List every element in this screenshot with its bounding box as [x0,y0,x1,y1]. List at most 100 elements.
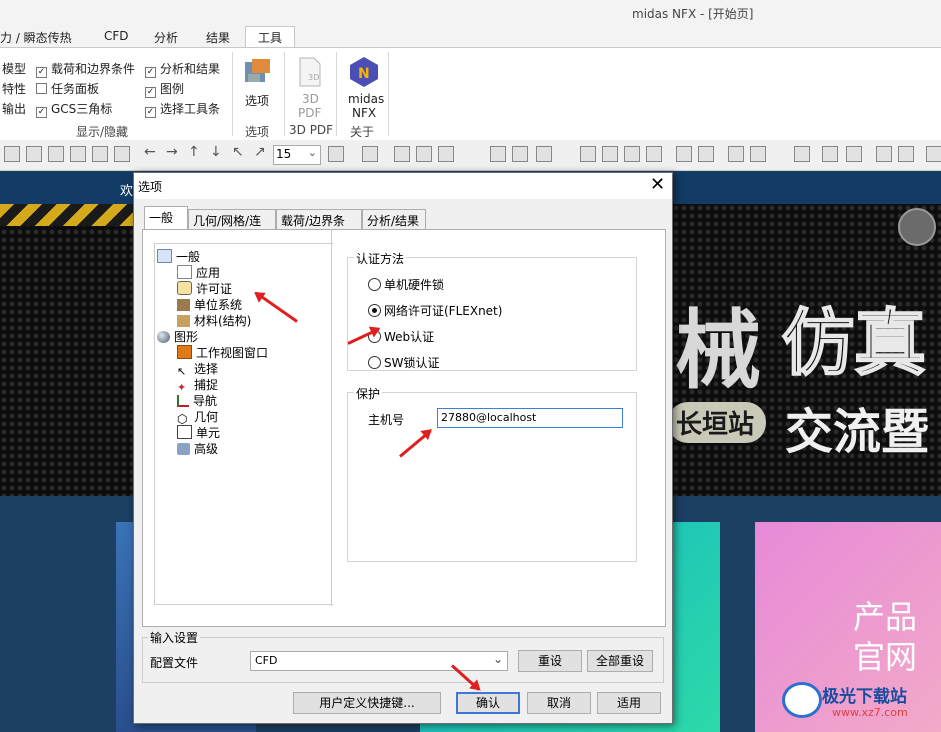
banner-text-station: 长垣站 [668,402,767,443]
general-icon [157,249,172,263]
tree-item-advanced[interactable]: 高级 [177,440,218,457]
check-task-panel[interactable]: 任务面板 [36,80,99,97]
tab-general[interactable]: 一般 [144,206,188,230]
view-iso-icon[interactable] [114,146,130,162]
reset-button[interactable]: 重设 [518,650,582,672]
radio-icon [368,278,381,291]
radio-hardware-lock[interactable]: 单机硬件锁 [368,276,444,293]
view-top-icon[interactable] [92,146,108,162]
3d-pdf-button[interactable]: 3D 3D PDF [292,52,328,120]
arrow-up-icon[interactable]: ↑ [188,144,200,160]
cancel-button[interactable]: 取消 [527,692,591,714]
arrow-left-icon[interactable]: ← [144,144,156,160]
reset-all-button[interactable]: 全部重设 [587,650,653,672]
ribbon-label-model[interactable]: 模型 [2,60,26,77]
hash-icon[interactable] [728,146,744,162]
toggle-icon[interactable] [536,146,552,162]
cube-view-icon[interactable] [328,146,344,162]
host-id-input[interactable]: 27880@localhost [437,408,623,428]
apply-button[interactable]: 适用 [597,692,661,714]
check-legend[interactable]: 图例 [145,80,184,98]
card-product-text-2: 官网 [853,638,918,676]
group-label-show-hide: 显示/隐藏 [76,125,129,139]
graphics-icon [157,331,170,343]
shading-icon[interactable] [394,146,410,162]
unit-icon [177,299,190,311]
tab-cfd[interactable]: CFD [104,29,129,43]
check-gcs-triad[interactable]: GCS三角标 [36,100,112,118]
tree-item-unit-system[interactable]: 单位系统 [177,296,242,313]
options-ribbon-button[interactable]: 选项 [240,52,276,112]
auth-method-label: 认证方法 [354,250,407,267]
display-icon[interactable] [750,146,766,162]
node-label-icon[interactable] [876,146,892,162]
display-mode-icon[interactable] [362,146,378,162]
render-icon[interactable] [438,146,454,162]
input-settings-label: 输入设置 [148,629,201,646]
tab-analysis-results[interactable]: 分析/结果 [362,209,426,229]
tree-item-navigation[interactable]: 导航 [177,392,217,409]
ok-button[interactable]: 确认 [456,692,520,714]
element-label-icon[interactable] [898,146,914,162]
wcs-icon[interactable] [624,146,640,162]
tab-analysis[interactable]: 分析 [154,29,178,46]
tree-item-graphics[interactable]: 图形 [157,328,198,345]
tree-item-view-window[interactable]: 工作视图窗口 [177,344,268,361]
transparency-icon[interactable] [512,146,528,162]
grid-icon[interactable] [580,146,596,162]
ribbon-label-property[interactable]: 特性 [2,80,26,97]
about-midas-button[interactable]: N midas NFX [344,52,384,120]
view-toolbar: ← → ↑ ↓ ↖ ↗ 15 ⌄ [0,140,941,171]
deselect-icon[interactable] [846,146,862,162]
tree-item-geometry[interactable]: ⬡ 几何 [177,408,218,425]
chevron-down-icon: ⌄ [492,652,503,666]
misc-icon[interactable] [926,146,941,162]
host-label: 主机号 [368,413,405,427]
arrow-upright-icon[interactable]: ↗ [254,144,266,160]
arrow-upleft-icon[interactable]: ↖ [232,144,244,160]
checkbox-icon [145,87,156,98]
check-loads-bc[interactable]: 载荷和边界条件 [36,60,135,78]
view-window-icon [177,345,192,359]
tab-results[interactable]: 结果 [206,29,230,46]
workplane-icon[interactable] [602,146,618,162]
radio-sw-lock[interactable]: SW锁认证 [368,354,439,371]
tab-geometry-mesh[interactable]: 几何/网格/连接 [188,209,276,245]
step-angle-select[interactable]: 15 ⌄ [273,145,321,165]
tree-item-application[interactable]: 应用 [177,264,220,281]
tab-loads-bc[interactable]: 载荷/边界条件 [276,209,362,245]
protection-label: 保护 [354,385,383,402]
tab-tools[interactable]: 工具 [245,26,295,48]
radio-flexnet[interactable]: 网络许可证(FLEXnet) [368,302,502,319]
node-icon[interactable] [698,146,714,162]
rotate-icon[interactable] [646,146,662,162]
custom-shortcuts-button[interactable]: 用户定义快捷键... [293,692,441,714]
arrow-right-icon[interactable]: → [166,144,178,160]
tab-heat-transfer[interactable]: 力 / 瞬态传热 [0,29,72,46]
watermark-text: 极光下载站 [822,687,907,707]
config-file-select[interactable]: CFD ⌄ [250,651,508,671]
arrow-down-icon[interactable]: ↓ [210,144,222,160]
close-icon[interactable]: ✕ [650,174,665,195]
select-icon[interactable] [822,146,838,162]
shading-edges-icon[interactable] [416,146,432,162]
options-dialog: 选项 ✕ 一般 几何/网格/连接 载荷/边界条件 分析/结果 一般 应用 许可证… [133,172,673,724]
ribbon-tab-bar: 力 / 瞬态传热 CFD 分析 结果 工具 [0,26,941,48]
view-front-icon[interactable] [4,146,20,162]
view-left-icon[interactable] [48,146,64,162]
tree-item-material[interactable]: 材料(结构) [177,312,251,329]
application-icon [177,265,192,279]
screw-icon [898,208,936,246]
tree-item-license[interactable]: 许可证 [177,280,232,297]
clip-plane-icon[interactable] [490,146,506,162]
options-tree[interactable]: 一般 应用 许可证 单位系统 材料(结构) 图形 工作视图窗口 ↖ 选择 ✦ 捕捉 … [154,243,333,605]
check-analysis-results[interactable]: 分析和结果 [145,60,220,78]
view-right-icon[interactable] [70,146,86,162]
mesh-icon[interactable] [676,146,692,162]
check-select-toolbar[interactable]: 选择工具条 [145,100,220,118]
tree-item-general[interactable]: 一般 [157,248,200,265]
view-back-icon[interactable] [26,146,42,162]
ribbon-label-output[interactable]: 输出 [2,100,26,117]
book-icon[interactable] [794,146,810,162]
tree-item-element[interactable]: 单元 [177,424,220,441]
